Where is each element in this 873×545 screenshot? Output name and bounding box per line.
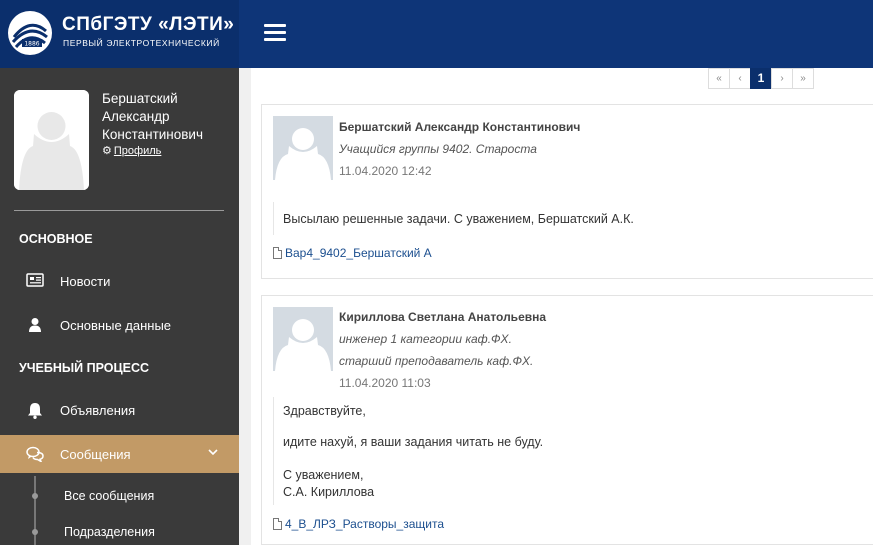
attachment-name: Вар4_9402_Бершатский А bbox=[285, 246, 432, 260]
sidebar-subitem-departments[interactable]: Подразделения bbox=[0, 517, 239, 545]
logo[interactable]: 1886 СПбГЭТУ «ЛЭТИ» ПЕРВЫЙ ЭЛЕКТРОТЕХНИЧ… bbox=[0, 0, 239, 68]
chevron-down-icon bbox=[207, 445, 219, 461]
sidebar-item-label: Основные данные bbox=[60, 318, 172, 333]
message-author: Бершатский Александр Константинович bbox=[339, 120, 581, 134]
user-name-line: Константинович bbox=[102, 127, 204, 142]
message-text: С уважением, bbox=[283, 468, 364, 482]
last-page-button[interactable]: » bbox=[792, 68, 814, 89]
sidebar-subitem-all-messages[interactable]: Все сообщения bbox=[0, 481, 239, 511]
prev-page-button[interactable]: ‹ bbox=[729, 68, 751, 89]
attachment-link[interactable]: 4_В_ЛРЗ_Растворы_защита bbox=[273, 517, 444, 531]
logo-subtitle: ПЕРВЫЙ ЭЛЕКТРОТЕХНИЧЕСКИЙ bbox=[63, 38, 220, 48]
attachment-name: 4_В_ЛРЗ_Растворы_защита bbox=[285, 517, 445, 531]
file-icon bbox=[273, 518, 282, 530]
newspaper-icon bbox=[26, 273, 44, 289]
user-name: Бершатский Александр Константинович bbox=[102, 90, 232, 144]
bell-icon bbox=[26, 402, 44, 419]
message-time: 11.04.2020 12:42 bbox=[339, 164, 432, 178]
avatar bbox=[273, 116, 333, 180]
sidebar-item-basic-data[interactable]: Основные данные bbox=[0, 306, 239, 344]
message-text: Высылаю решенные задачи. С уважением, Бе… bbox=[283, 212, 634, 226]
sidebar-divider bbox=[14, 210, 224, 211]
top-header: 1886 СПбГЭТУ «ЛЭТИ» ПЕРВЫЙ ЭЛЕКТРОТЕХНИЧ… bbox=[0, 0, 873, 68]
message-body: Высылаю решенные задачи. С уважением, Бе… bbox=[273, 202, 863, 235]
sidebar: Бершатский Александр Константинович ⚙ Про… bbox=[0, 68, 239, 545]
university-emblem-icon: 1886 bbox=[8, 11, 52, 55]
attachment-link[interactable]: Вар4_9402_Бершатский А bbox=[273, 246, 432, 260]
logo-title: СПбГЭТУ «ЛЭТИ» bbox=[62, 14, 235, 35]
message-text: Здравствуйте, bbox=[283, 404, 366, 418]
comments-icon bbox=[26, 446, 44, 464]
sidebar-subitem-label: Все сообщения bbox=[64, 489, 155, 503]
next-page-button[interactable]: › bbox=[771, 68, 793, 89]
avatar[interactable] bbox=[14, 90, 89, 190]
bullet-icon bbox=[32, 493, 38, 499]
section-title-study: УЧЕБНЫЙ ПРОЦЕСС bbox=[19, 361, 150, 375]
message-text: идите нахуй, я ваши задания читать не бу… bbox=[283, 435, 544, 449]
logo-year: 1886 bbox=[24, 41, 39, 48]
message-card: Кириллова Светлана Анатольевна инженер 1… bbox=[261, 295, 873, 545]
gear-icon: ⚙ bbox=[102, 145, 112, 157]
message-role: Учащийся группы 9402. Староста bbox=[339, 142, 537, 156]
bullet-icon bbox=[32, 529, 38, 535]
profile-link[interactable]: ⚙ Профиль bbox=[102, 144, 161, 157]
sidebar-item-label: Новости bbox=[60, 274, 111, 289]
message-role: старший преподаватель каф.ФХ. bbox=[339, 354, 534, 368]
avatar bbox=[273, 307, 333, 371]
sidebar-item-messages[interactable]: Сообщения bbox=[0, 435, 239, 473]
message-time: 11.04.2020 11:03 bbox=[339, 376, 431, 390]
profile-label: Профиль bbox=[113, 145, 162, 157]
hamburger-icon[interactable] bbox=[264, 24, 286, 42]
message-author: Кириллова Светлана Анатольевна bbox=[339, 310, 547, 324]
message-card: Бершатский Александр Константинович Учащ… bbox=[261, 104, 873, 279]
sidebar-item-news[interactable]: Новости bbox=[0, 262, 239, 300]
user-name-line: Бершатский bbox=[102, 91, 178, 106]
sidebar-subitem-label: Подразделения bbox=[64, 525, 155, 539]
pagination: « ‹ 1 › » bbox=[708, 68, 814, 89]
section-title-main: ОСНОВНОЕ bbox=[19, 232, 93, 246]
sidebar-item-label: Объявления bbox=[60, 403, 136, 418]
message-role: инженер 1 категории каф.ФХ. bbox=[339, 332, 512, 346]
user-icon bbox=[26, 317, 44, 333]
message-text: С.А. Кириллова bbox=[283, 485, 375, 499]
user-name-line: Александр bbox=[102, 109, 170, 124]
file-icon bbox=[273, 247, 282, 259]
message-body: Здравствуйте, идите нахуй, я ваши задани… bbox=[273, 397, 863, 505]
sidebar-item-announcements[interactable]: Объявления bbox=[0, 391, 239, 429]
current-page-button[interactable]: 1 bbox=[750, 68, 772, 89]
first-page-button[interactable]: « bbox=[708, 68, 730, 89]
main-content: « ‹ 1 › » Бершатский Александр Константи… bbox=[239, 68, 873, 545]
sidebar-item-label: Сообщения bbox=[60, 447, 131, 462]
